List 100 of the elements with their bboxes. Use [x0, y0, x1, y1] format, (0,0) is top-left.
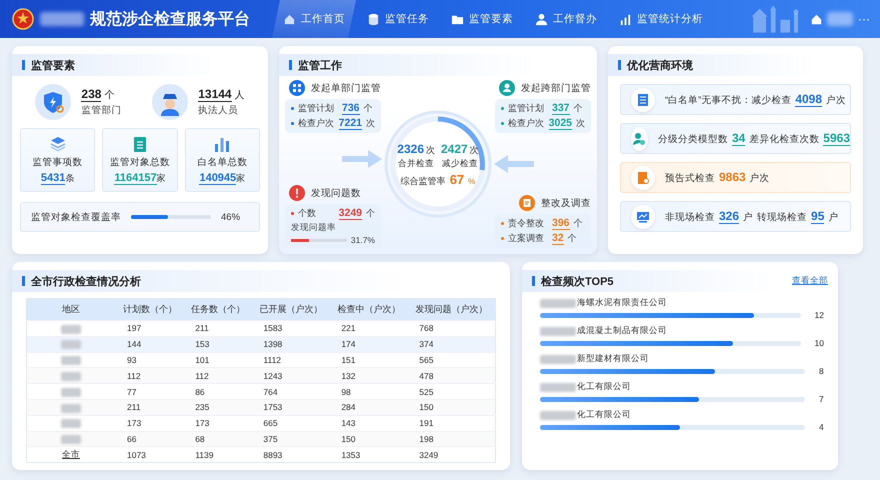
panel-title: 优化营商环境: [627, 58, 693, 72]
table-cell: 375: [263, 434, 278, 444]
table-cell: 112: [195, 370, 209, 381]
info-text: 户: [828, 211, 838, 224]
table-cell: 86: [195, 386, 205, 397]
rate-reading: 31.7%: [350, 235, 375, 245]
group-title: 发起单部门监管: [311, 82, 381, 94]
nav-tab[interactable]: 工作督办: [524, 0, 608, 38]
row-label: 检查户次: [508, 117, 545, 130]
stat-value: 34: [732, 131, 746, 146]
table-row[interactable]: 144 153 1398 174 374: [26, 336, 496, 352]
tile-label: 白名单总数: [197, 156, 248, 169]
bar-chart-icon: [213, 135, 232, 153]
center-unit: 次: [426, 145, 435, 155]
redacted-block: [61, 419, 81, 428]
arrow-icon: [342, 149, 382, 169]
center-label: 合并检查: [398, 158, 434, 170]
person-icon: [499, 80, 515, 96]
row-label: 监管计划: [298, 102, 335, 115]
column-header: 计划数（个）: [115, 298, 184, 320]
rate-unit: %: [468, 177, 476, 186]
row-unit: 次: [366, 117, 375, 130]
table-cell: 173: [127, 418, 142, 428]
stat-value: 238: [81, 87, 102, 102]
row-unit: 个: [574, 217, 583, 230]
table-cell: 235: [195, 402, 210, 412]
person-icon: [535, 12, 548, 26]
layers-icon: [48, 135, 67, 153]
row-unit: 个: [366, 207, 375, 220]
row-unit: 个: [364, 102, 373, 115]
coverage-label: 监管对象检查覆盖率: [31, 210, 121, 224]
more-button[interactable]: ···: [858, 12, 870, 26]
redacted-block: [540, 298, 576, 308]
table-cell: 66: [127, 434, 136, 444]
redacted-block: [61, 356, 81, 366]
row-label: 个数: [298, 207, 317, 220]
tile-unit: 条: [65, 173, 74, 183]
table-cell: 525: [419, 386, 434, 397]
alert-icon: [289, 185, 305, 201]
redacted-block: [540, 410, 576, 420]
redacted-block: [61, 372, 81, 381]
redacted-block: [61, 435, 81, 444]
panel-title: 监管要素: [31, 58, 75, 72]
tile-value: 5431: [40, 172, 66, 185]
info-text: 转现场检查: [757, 211, 808, 224]
redacted-block: [540, 382, 576, 392]
nav-tab[interactable]: 监管任务: [356, 0, 440, 38]
table-cell: 153: [195, 339, 210, 350]
table-cell: 101: [195, 354, 210, 365]
table-cell: 1353: [341, 450, 360, 460]
home-icon: [283, 12, 296, 26]
group-title: 整改及调查: [541, 196, 591, 210]
tile-label: 监管对象总数: [110, 156, 170, 169]
row-value: 396: [552, 217, 570, 230]
tile-unit: 家: [156, 173, 166, 183]
table-row[interactable]: 211 235 1753 284 150: [26, 399, 496, 416]
table-row[interactable]: 112 112 1243 132 478: [26, 368, 496, 384]
table-row[interactable]: 66 68 375 150 198: [26, 431, 496, 447]
table-cell: 132: [341, 370, 356, 381]
nav-tab[interactable]: 工作首页: [272, 0, 356, 38]
company-name: 化工有限公司: [577, 409, 631, 421]
table-cell: 150: [419, 402, 434, 412]
monitor-icon: [636, 210, 650, 224]
nav-tab[interactable]: 监管统计分析: [608, 0, 714, 38]
count-value: 7: [819, 394, 824, 404]
stat-value: 5963: [823, 131, 850, 146]
tile-value: 1164157: [114, 172, 157, 185]
table-cell: 665: [263, 418, 278, 428]
view-all-link[interactable]: 查看全部: [792, 275, 828, 287]
home-icon: [811, 14, 822, 24]
table-cell: 174: [341, 339, 356, 350]
stat-value: 13144: [198, 87, 232, 102]
redacted-block: [61, 404, 81, 412]
table-cell: 1753: [263, 402, 282, 412]
bar-chart-icon: [619, 12, 632, 26]
tile-label: 监管事项数: [32, 156, 83, 169]
row-label: 责令整改: [508, 217, 545, 230]
area-link[interactable]: 全市: [62, 448, 80, 459]
redacted-block: [540, 326, 576, 336]
rate-label: 综合监管率: [400, 175, 446, 188]
nav-tab[interactable]: 监管要素: [440, 0, 524, 38]
info-text: 预告式检查: [665, 172, 715, 185]
stat-label: 监管部门: [81, 104, 122, 117]
arrow-icon: [494, 154, 534, 174]
emblem-icon: [12, 8, 34, 30]
table-cell: 150: [341, 434, 356, 444]
row-unit: 个: [574, 102, 583, 115]
table-cell: 151: [341, 354, 356, 365]
table-cell: 768: [419, 323, 434, 334]
table-cell: 374: [419, 339, 434, 350]
stat-unit: 人: [234, 90, 245, 101]
stat-value: 326: [719, 209, 740, 224]
table-cell: 565: [419, 354, 434, 365]
center-value: 2326: [397, 142, 424, 156]
center-unit: 次: [470, 145, 479, 155]
stat-label: 执法人员: [198, 104, 240, 117]
database-icon: [367, 12, 380, 26]
table-row[interactable]: 全市 1073 1139 8893 1353 3249: [26, 446, 496, 463]
user-check-icon: [632, 132, 646, 146]
center-label: 减少检查: [442, 158, 478, 170]
